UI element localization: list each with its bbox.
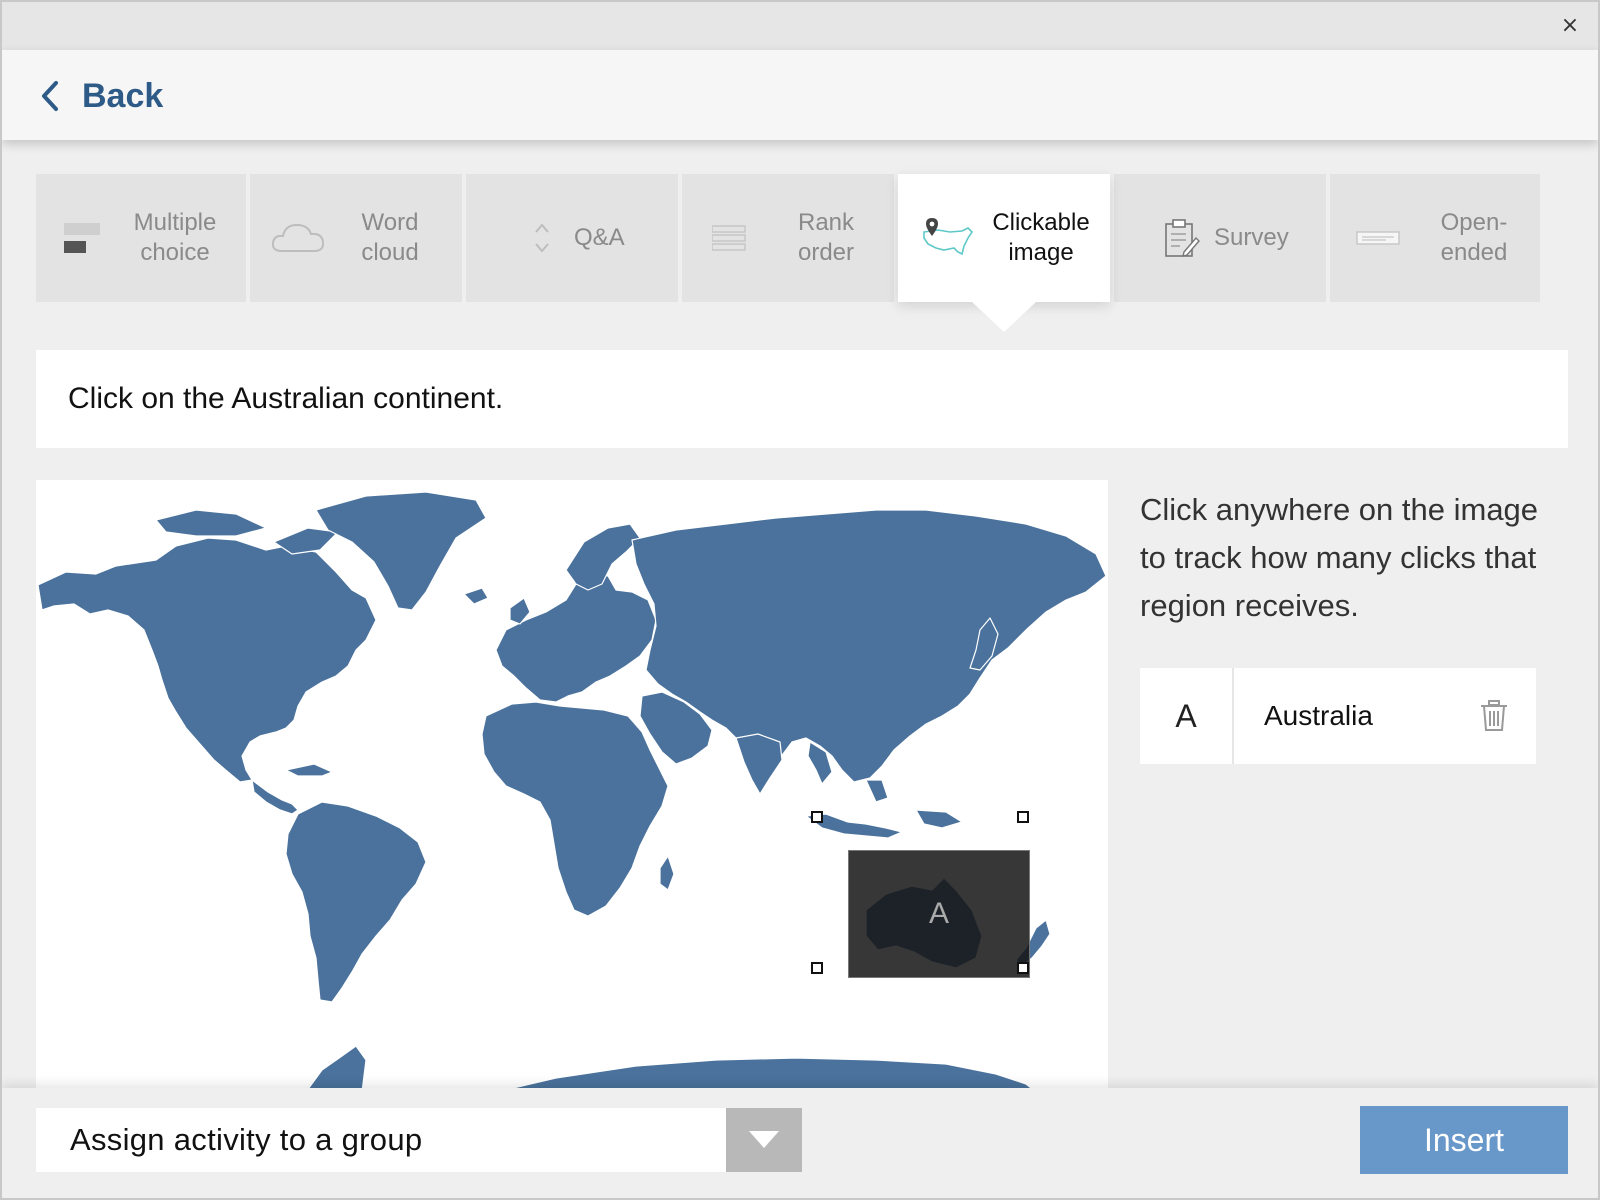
clickable-map-image[interactable]: A bbox=[36, 480, 1108, 1092]
insert-button[interactable]: Insert bbox=[1360, 1106, 1568, 1174]
dialog-window: × Back Multiple choice Word cloud Q&A Ra… bbox=[0, 0, 1600, 1200]
south-america-shape bbox=[285, 801, 427, 1003]
help-text: Click anywhere on the image to track how… bbox=[1140, 492, 1539, 623]
antarctica-shape bbox=[305, 1045, 367, 1092]
tab-label-line2: cloud bbox=[361, 239, 419, 266]
world-map bbox=[37, 491, 1107, 1092]
region-letter: A bbox=[928, 897, 949, 930]
tab-label-line1: Multiple bbox=[133, 209, 217, 236]
tab-label-line1: Word bbox=[361, 209, 419, 236]
chevron-left-icon bbox=[42, 81, 58, 111]
back-button[interactable]: Back bbox=[40, 74, 163, 118]
trash-icon[interactable] bbox=[1480, 700, 1508, 732]
multiple-choice-icon bbox=[64, 223, 100, 253]
up-down-icon bbox=[535, 223, 549, 253]
map-pin-icon bbox=[923, 218, 974, 256]
tab-label-line1: Survey bbox=[1214, 224, 1289, 251]
region-list-letter: A bbox=[1140, 668, 1234, 764]
africa-shape bbox=[481, 701, 669, 917]
tab-label-line1: Q&A bbox=[574, 224, 625, 251]
active-tab-caret bbox=[972, 302, 1036, 332]
tab-label-line2: order bbox=[797, 239, 855, 266]
clipboard-icon bbox=[1165, 219, 1200, 257]
region-selection-box[interactable]: A bbox=[848, 850, 1030, 978]
tab-survey[interactable]: Survey bbox=[1114, 174, 1326, 302]
header-bar: Back bbox=[2, 50, 1598, 140]
activity-type-tabs: Multiple choice Word cloud Q&A Rank orde… bbox=[36, 174, 1570, 332]
question-text: Click on the Australian continent. bbox=[68, 382, 504, 415]
footer-bar: Assign activity to a group Insert bbox=[2, 1088, 1598, 1198]
title-bar: × bbox=[2, 2, 1598, 50]
tab-label-line2: image bbox=[1008, 239, 1074, 266]
resize-handle-bottom-right[interactable] bbox=[1017, 962, 1029, 974]
dropdown-button[interactable] bbox=[726, 1108, 802, 1172]
caret-down-icon bbox=[749, 1131, 779, 1148]
resize-handle-bottom-left[interactable] bbox=[811, 962, 823, 974]
north-america-shape bbox=[37, 537, 377, 783]
close-icon[interactable]: × bbox=[1560, 15, 1580, 37]
tab-label-line1: Open- bbox=[1440, 209, 1508, 236]
europe-shape bbox=[495, 571, 657, 703]
cloud-icon bbox=[271, 223, 325, 252]
text-field-icon bbox=[1356, 231, 1400, 245]
tab-label-line2: ended bbox=[1440, 239, 1508, 266]
tab-rank-order[interactable]: Rank order bbox=[682, 174, 894, 302]
resize-handle-top-left[interactable] bbox=[811, 811, 823, 823]
region-name-input[interactable]: Australia bbox=[1234, 700, 1480, 732]
tab-label-line1: Rank bbox=[797, 209, 855, 236]
tab-multiple-choice[interactable]: Multiple choice bbox=[36, 174, 246, 302]
back-label: Back bbox=[82, 76, 164, 115]
tab-label-line2: choice bbox=[140, 239, 210, 266]
tab-qa[interactable]: Q&A bbox=[466, 174, 678, 302]
region-list-item: A Australia bbox=[1140, 668, 1536, 764]
tab-label-line1: Clickable bbox=[992, 209, 1090, 236]
group-select[interactable]: Assign activity to a group bbox=[36, 1108, 802, 1172]
tab-word-cloud[interactable]: Word cloud bbox=[250, 174, 462, 302]
tab-open-ended[interactable]: Open- ended bbox=[1330, 174, 1540, 302]
list-lines-icon bbox=[712, 225, 746, 251]
group-select-value: Assign activity to a group bbox=[70, 1122, 423, 1157]
question-input[interactable]: Click on the Australian continent. bbox=[36, 350, 1568, 448]
resize-handle-top-right[interactable] bbox=[1017, 811, 1029, 823]
tab-clickable-image[interactable]: Clickable image bbox=[898, 174, 1110, 332]
